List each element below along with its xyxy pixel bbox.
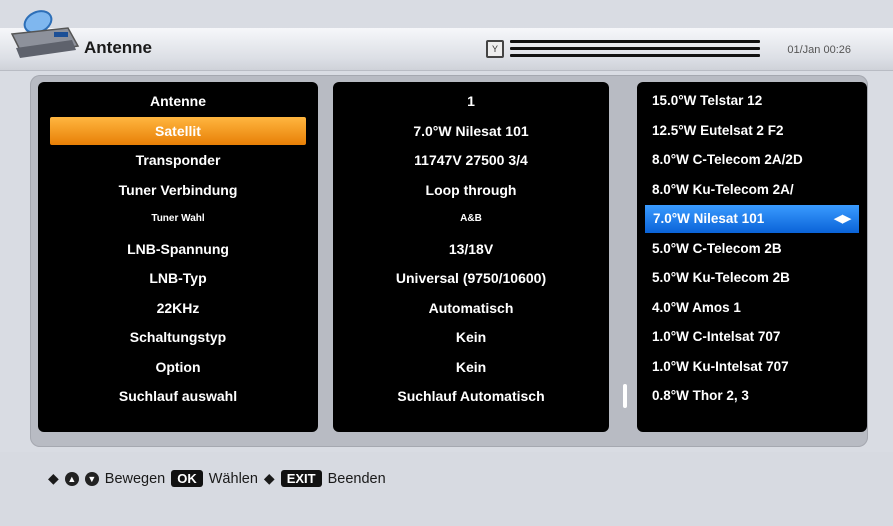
settings-labels-column: Antenne Satellit Transponder Tuner Verbindu… bbox=[38, 82, 318, 432]
left-right-arrow-icon: ◆ bbox=[263, 470, 275, 486]
select-hint: Wählen bbox=[208, 470, 258, 487]
up-down-arrow-icon: ◆ bbox=[48, 470, 59, 486]
settings-value[interactable]: 7.0°W Nilesat 101 bbox=[333, 117, 609, 145]
settings-value[interactable]: Universal (9750/10600) bbox=[333, 264, 609, 292]
settings-value[interactable]: 13/18V bbox=[333, 235, 609, 263]
settings-label[interactable]: Option bbox=[38, 353, 318, 381]
settings-label[interactable]: LNB-Typ bbox=[38, 264, 318, 292]
signal-bars bbox=[510, 40, 760, 61]
settings-label[interactable]: Schaltungstyp bbox=[38, 323, 318, 351]
satellite-item[interactable]: 5.0°W C-Telecom 2B bbox=[637, 235, 867, 263]
satellite-logo-icon bbox=[10, 10, 80, 58]
left-right-arrow-icon: ◀▶ bbox=[834, 213, 851, 225]
footer bbox=[0, 452, 893, 526]
page-title: Antenne bbox=[84, 38, 152, 57]
satellite-item[interactable]: 8.0°W C-Telecom 2A/2D bbox=[637, 146, 867, 174]
settings-value[interactable]: 11747V 27500 3/4 bbox=[333, 146, 609, 174]
satellite-item[interactable]: 1.0°W Ku-Intelsat 707 bbox=[637, 353, 867, 381]
exit-key[interactable]: EXIT bbox=[280, 470, 322, 487]
satellite-item[interactable]: 15.0°W Telstar 12 bbox=[637, 87, 867, 115]
satellite-item[interactable]: 8.0°W Ku-Telecom 2A/ bbox=[637, 176, 867, 204]
scrollbar[interactable] bbox=[623, 384, 627, 408]
satellite-list[interactable]: 15.0°W Telstar 12 12.5°W Eutelsat 2 F2 8.0… bbox=[637, 82, 867, 432]
antenna-signal-icon: Y bbox=[486, 40, 504, 58]
settings-value[interactable]: Suchlauf Automatisch bbox=[333, 382, 609, 410]
settings-value[interactable]: Kein bbox=[333, 353, 609, 381]
settings-value[interactable]: Loop through bbox=[333, 176, 609, 204]
satellite-item[interactable]: 12.5°W Eutelsat 2 F2 bbox=[637, 117, 867, 145]
page-up-icon: ▲ bbox=[64, 471, 79, 486]
move-hint: Bewegen bbox=[104, 470, 166, 487]
settings-label[interactable]: Tuner Wahl bbox=[38, 205, 318, 233]
satellite-item[interactable]: 7.0°W Nilesat 101 ◀▶ bbox=[645, 205, 859, 233]
settings-label[interactable]: Antenne bbox=[38, 87, 318, 115]
satellite-item[interactable]: 5.0°W Ku-Telecom 2B bbox=[637, 264, 867, 292]
exit-hint: Beenden bbox=[327, 470, 386, 487]
page-down-icon: ▼ bbox=[84, 471, 99, 486]
settings-value[interactable]: 1 bbox=[333, 87, 609, 115]
settings-label[interactable]: Suchlauf auswahl bbox=[38, 382, 318, 410]
settings-label[interactable]: Transponder bbox=[38, 146, 318, 174]
satellite-item[interactable]: 0.8°W Thor 2, 3 bbox=[637, 382, 867, 410]
settings-label[interactable]: Tuner Verbindung bbox=[38, 176, 318, 204]
settings-value[interactable]: A&B bbox=[333, 205, 609, 233]
settings-values-column: 1 7.0°W Nilesat 101 11747V 27500 3/4 Loop t… bbox=[333, 82, 609, 432]
settings-label[interactable]: LNB-Spannung bbox=[38, 235, 318, 263]
satellite-item[interactable]: 1.0°W C-Intelsat 707 bbox=[637, 323, 867, 351]
settings-label[interactable]: 22KHz bbox=[38, 294, 318, 322]
settings-label[interactable]: Satellit bbox=[50, 116, 306, 145]
satellite-item[interactable]: 4.0°W Amos 1 bbox=[637, 294, 867, 322]
clock: 01/Jan 00:26 bbox=[787, 44, 851, 56]
settings-value[interactable]: Automatisch bbox=[333, 294, 609, 322]
key-hints: ◆ ▲ ▼ Bewegen OK Wählen ◆ EXIT Beenden bbox=[48, 470, 386, 487]
ok-key[interactable]: OK bbox=[171, 470, 203, 487]
settings-value[interactable]: Kein bbox=[333, 323, 609, 351]
